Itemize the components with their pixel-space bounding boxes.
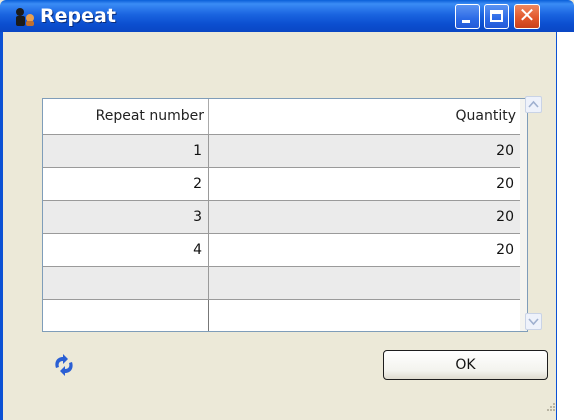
quantity-cell[interactable]: 20 <box>209 168 520 200</box>
quantity-cell[interactable] <box>209 267 520 299</box>
maximize-button[interactable] <box>484 4 509 29</box>
minimize-icon <box>462 20 470 23</box>
chevron-up-icon <box>528 100 539 108</box>
repeat-number-cell[interactable] <box>43 300 209 331</box>
refresh-icon[interactable] <box>51 352 77 378</box>
repeat-number-cell[interactable]: 4 <box>43 234 209 266</box>
title-bar[interactable]: Repeat ✕ <box>0 0 574 32</box>
close-icon: ✕ <box>518 3 536 27</box>
ok-button[interactable]: OK <box>383 350 548 380</box>
repeat-number-cell[interactable]: 2 <box>43 168 209 200</box>
column-header-quantity[interactable]: Quantity <box>209 99 520 134</box>
window-title: Repeat <box>40 5 116 27</box>
quantity-cell[interactable]: 20 <box>209 234 520 266</box>
table-row[interactable]: 2 20 <box>43 167 520 200</box>
chevron-down-icon <box>528 318 539 326</box>
minimize-button[interactable] <box>455 4 480 29</box>
table-row[interactable]: 1 20 <box>43 134 520 167</box>
window-frame-left <box>0 32 3 420</box>
repeat-grid[interactable]: Repeat number Quantity 1 20 2 20 3 20 4 … <box>42 98 528 332</box>
table-row[interactable] <box>43 266 520 299</box>
repeat-number-cell[interactable]: 1 <box>43 135 209 167</box>
vertical-scrollbar[interactable] <box>520 99 527 331</box>
window-outside-area <box>557 32 574 420</box>
quantity-cell[interactable] <box>209 300 520 331</box>
close-button[interactable]: ✕ <box>514 3 540 29</box>
quantity-cell[interactable]: 20 <box>209 135 520 167</box>
grid-header: Repeat number Quantity <box>43 99 527 134</box>
table-row[interactable] <box>43 299 520 331</box>
repeat-number-cell[interactable]: 3 <box>43 201 209 233</box>
column-header-repeat-number[interactable]: Repeat number <box>43 99 209 134</box>
scroll-up-button[interactable] <box>525 96 542 113</box>
resize-grip-icon[interactable] <box>544 400 556 412</box>
repeat-number-cell[interactable] <box>43 267 209 299</box>
scroll-down-button[interactable] <box>525 313 542 330</box>
table-row[interactable]: 4 20 <box>43 233 520 266</box>
quantity-cell[interactable]: 20 <box>209 201 520 233</box>
table-row[interactable]: 3 20 <box>43 200 520 233</box>
maximize-icon <box>490 10 503 22</box>
repeat-dialog: Repeat ✕ Repeat number Quantity 1 20 2 2… <box>0 0 574 420</box>
app-icon <box>16 8 34 26</box>
